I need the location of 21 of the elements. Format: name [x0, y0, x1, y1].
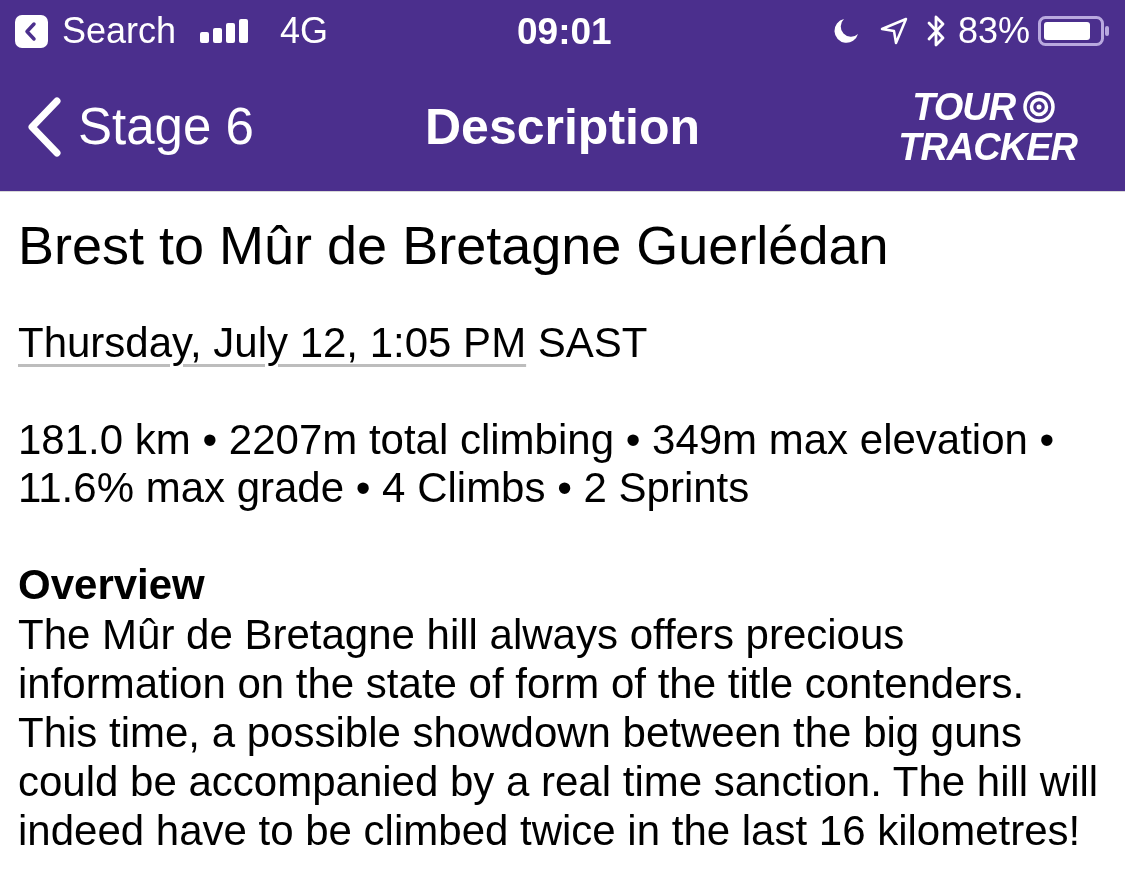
stage-title: Brest to Mûr de Bretagne Guerlédan: [18, 215, 889, 275]
screen-title: Description: [424, 101, 701, 152]
date-link[interactable]: Thursday, July 12, 1:05 PM: [18, 319, 527, 366]
back-button[interactable]: Stage 6: [0, 96, 254, 157]
battery-icon: [1038, 16, 1110, 46]
start-time: Thursday, July 12, 1:05 PM SAST: [18, 319, 648, 367]
logo-text: TOUR: [912, 87, 1016, 126]
back-to-app-button[interactable]: Search: [15, 13, 177, 49]
clock-time: 09:01: [517, 13, 612, 50]
logo-text: TRACKER: [898, 127, 1077, 166]
overview-text: The Mûr de Bretagne hill always offers precious information on the state of form of the title contenders. This time, a possible showdown between the big guns could be accompanied by a real time sanction. The hill will indeed have to be climbed twice in the last 16 kilometres!: [18, 610, 1100, 855]
bluetooth-icon: [925, 14, 946, 48]
network-type: 4G: [280, 13, 329, 49]
back-chevron-icon: [15, 14, 48, 48]
chevron-left-icon: [26, 96, 62, 157]
target-icon: [1023, 90, 1056, 123]
location-arrow-icon: [879, 17, 908, 45]
battery-percentage: 83%: [957, 13, 1030, 49]
overview-heading: Overview: [18, 561, 205, 609]
signal-bars-icon: [200, 19, 251, 43]
stage-stats: 181.0 km • 2207m total climbing • 349m max elevation • 11.6% max grade • 4 Climbs • 2 Sprints: [18, 416, 1056, 512]
